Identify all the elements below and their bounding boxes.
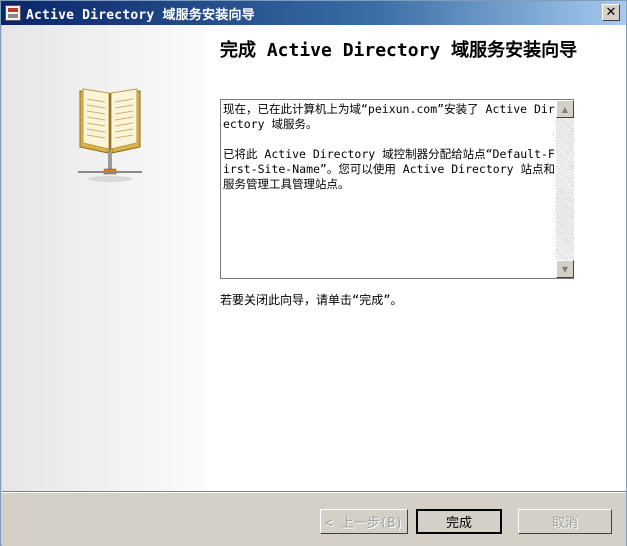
wizard-window: Active Directory 域服务安装向导 ✕ 完成 Active Dir… xyxy=(0,0,627,546)
back-button[interactable]: < 上一步(B) xyxy=(320,509,408,534)
wizard-content: 完成 Active Directory 域服务安装向导 现在，已在此计算机上为域… xyxy=(2,25,626,491)
close-hint-text: 若要关闭此向导，请单击“完成”。 xyxy=(220,293,403,307)
summary-paragraph-1: 现在，已在此计算机上为域“peixun.com”安装了 Active Direc… xyxy=(223,102,555,131)
wizard-app-icon xyxy=(5,5,21,21)
finish-button[interactable]: 完成 xyxy=(416,509,502,534)
open-book-network-icon xyxy=(78,88,142,182)
scroll-down-arrow-icon[interactable]: ▼ xyxy=(556,260,574,278)
title-bar[interactable]: Active Directory 域服务安装向导 ✕ xyxy=(1,1,626,25)
window-title: Active Directory 域服务安装向导 xyxy=(26,7,255,23)
cancel-button[interactable]: 取消 xyxy=(518,509,612,534)
scroll-up-arrow-icon[interactable]: ▲ xyxy=(556,100,574,118)
summary-paragraph-2: 已将此 Active Directory 域控制器分配给站点“Default-F… xyxy=(223,147,555,191)
summary-text: 现在，已在此计算机上为域“peixun.com”安装了 Active Direc… xyxy=(223,102,557,207)
button-bar: < 上一步(B) 完成 取消 xyxy=(2,491,626,546)
vertical-scrollbar[interactable]: ▲ ▼ xyxy=(556,100,574,278)
page-title: 完成 Active Directory 域服务安装向导 xyxy=(220,40,578,61)
side-panel xyxy=(2,25,207,491)
close-button[interactable]: ✕ xyxy=(602,4,620,21)
summary-textbox[interactable]: 现在，已在此计算机上为域“peixun.com”安装了 Active Direc… xyxy=(220,99,574,279)
finish-button-label: 完成 xyxy=(445,516,472,531)
